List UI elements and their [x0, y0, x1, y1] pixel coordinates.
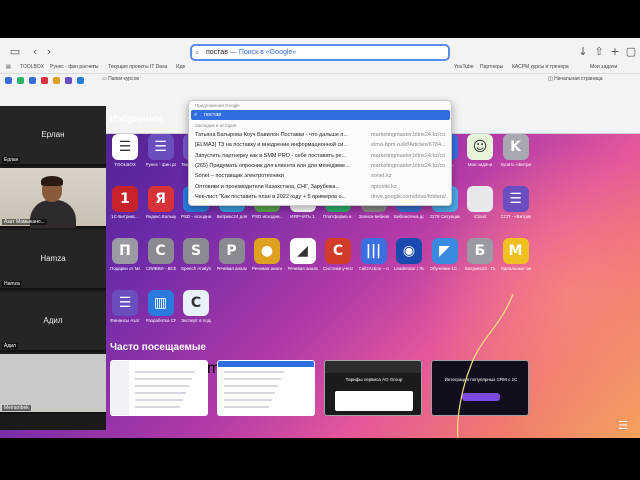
customize-icon[interactable]: ☰	[615, 419, 631, 432]
suggestion-url: marketingmaster.bitrix24.kz/co...	[371, 132, 447, 138]
participant-tile[interactable]: Адил Адил	[0, 292, 106, 352]
suggestion-url: sonet.kz	[371, 173, 392, 180]
participant-label: Hamza	[2, 281, 22, 287]
participant-name: Адил	[43, 316, 63, 325]
suggestion-url: optoviki.kz	[371, 183, 397, 190]
history-suggestion[interactable]: Татьяна Батырова Коуч Вавилон Поставки -…	[195, 131, 449, 140]
suggestion-title: Оптовики и производители Казахстана, СНГ…	[195, 183, 341, 190]
suggestions-google-header: Предложения Google	[195, 103, 240, 108]
participant-label: Азат Мамыкано...	[2, 219, 47, 225]
participant-label: Адил	[2, 343, 18, 349]
participant-name: Hamza	[40, 254, 66, 263]
participant-tile[interactable]: Meirambek	[0, 354, 106, 414]
suggestion-url: marketingmaster.bitrix24.kz/co...	[371, 152, 447, 159]
suggestion-title: Запустить партнерку как в SMM PRO - себе…	[195, 152, 347, 159]
search-icon: ⌕	[194, 111, 198, 118]
history-suggestion[interactable]: Чек-лист "Как поставить план в 2022 году…	[195, 193, 449, 202]
suggestion-title: (265) Придумать опросник для клиента или…	[195, 162, 350, 169]
suggestion-url: drive.google.com/drive/folders/...	[371, 193, 447, 200]
suggestion-title: Sonet – поставщик электротехники	[195, 173, 284, 180]
suggestion-title: [ELMA3] ТЗ на поставку и внедрение инфор…	[195, 142, 348, 149]
history-suggestion[interactable]: Запустить партнерку как в SMM PRO - себе…	[195, 152, 449, 161]
suggestions-history-header: Закладки и история	[195, 123, 237, 128]
suggestion-selected[interactable]: ⌕ постав	[191, 110, 450, 120]
participant-tile[interactable]: Hamza Hamza	[0, 230, 106, 290]
participant-tile[interactable]: Азат Мамыкано...	[0, 168, 106, 228]
history-suggestion[interactable]: Оптовики и производители Казахстана, СНГ…	[195, 183, 449, 192]
participant-label: Meirambek	[2, 405, 31, 411]
suggestion-text: постав	[204, 112, 222, 118]
suggestion-url: elma-bpm.ru/kf/Articles/6784...	[371, 142, 446, 149]
history-suggestion[interactable]: (265) Придумать опросник для клиента или…	[195, 162, 449, 171]
video-call-panel: Ерлан Ерлан Азат Мамыкано... Hamza Hamza…	[0, 106, 106, 430]
address-suggestions: Предложения Google ⌕ постав Закладки и и…	[188, 100, 452, 206]
suggestion-url: marketingmaster.bitrix24.kz/co...	[371, 162, 447, 169]
participant-tile[interactable]: Ерлан Ерлан	[0, 106, 106, 166]
participant-name: Ерлан	[41, 130, 65, 139]
suggestion-title: Чек-лист "Как поставить план в 2022 году…	[195, 193, 347, 200]
history-suggestion[interactable]: Sonet – поставщик электротехники sonet.kz	[195, 172, 449, 181]
suggestion-title: Татьяна Батырова Коуч Вавилон Поставки -…	[195, 132, 348, 138]
participant-label: Ерлан	[2, 157, 21, 163]
history-suggestion[interactable]: [ELMA3] ТЗ на поставку и внедрение инфор…	[195, 141, 449, 150]
